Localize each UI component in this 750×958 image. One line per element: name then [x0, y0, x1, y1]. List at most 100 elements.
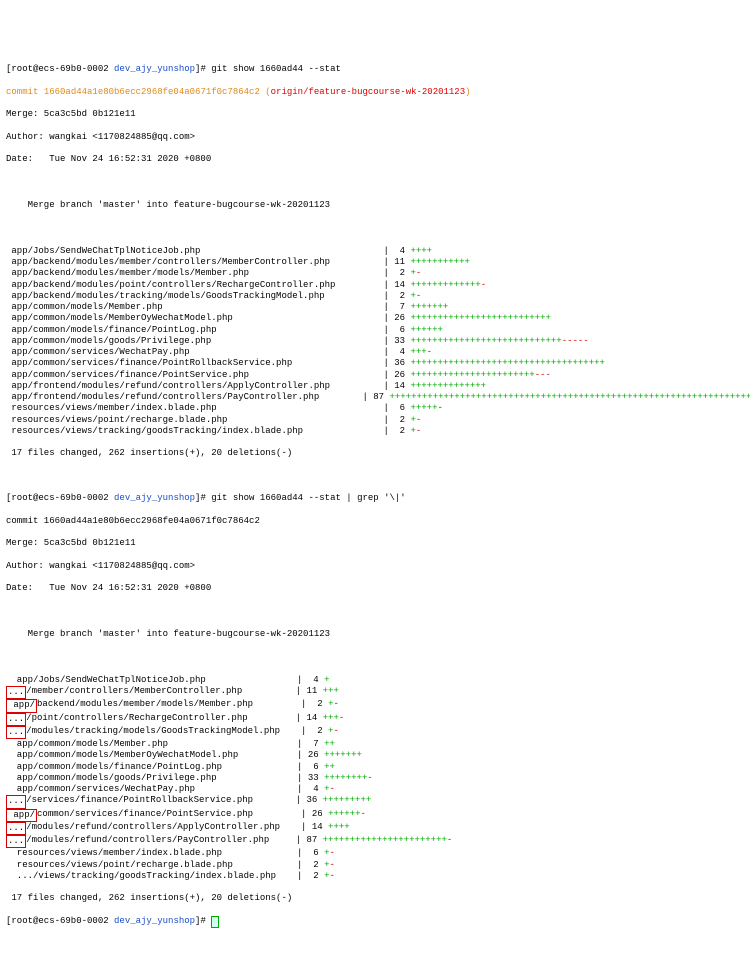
insertions-icon: ++++++++++++++++++++++++++++++++++++++++…	[389, 392, 750, 403]
file-stats-block-2: app/Jobs/SendWeChatTplNoticeJob.php | 4 …	[6, 675, 744, 882]
file-stat-row: app/common/services/finance/PointService…	[6, 370, 744, 381]
file-stat-row: resources/views/point/recharge.blade.php…	[6, 860, 744, 871]
deletions-icon: -	[437, 403, 442, 414]
file-stat-row: app/common/models/MemberOyWechatModel.ph…	[6, 313, 744, 324]
change-count: | 36	[275, 795, 323, 808]
file-stat-row: app/backend/modules/member/controllers/M…	[6, 257, 744, 268]
file-path: app/common/services/WechatPay.php	[6, 347, 362, 358]
deletions-icon: -	[360, 809, 365, 822]
file-stat-row: .../modules/tracking/models/GoodsTrackin…	[6, 726, 744, 739]
change-count: | 4	[362, 246, 410, 257]
change-count: | 4	[362, 347, 410, 358]
change-count: | 26	[362, 370, 410, 381]
change-count: | 6	[362, 325, 410, 336]
deletions-icon: -	[416, 291, 421, 302]
truncation-mark: app/	[6, 699, 37, 712]
change-count: | 2	[276, 860, 324, 871]
insertions-icon: +++++++++++++++++++++++	[323, 835, 447, 848]
file-path: app/common/models/finance/PointLog.php	[6, 325, 362, 336]
change-count: | 87	[362, 392, 389, 403]
change-count: | 2	[362, 291, 410, 302]
prompt-line-1: [root@ecs-69b0-0002 dev_ajy_yunshop]# gi…	[6, 64, 744, 75]
insertions-icon: +	[324, 675, 329, 686]
file-path: /modules/tracking/models/GoodsTrackingMo…	[26, 726, 280, 739]
file-stat-row: resources/views/point/recharge.blade.php…	[6, 415, 744, 426]
terminal[interactable]: { "prompt1": { "userhost": "[root@ecs-69…	[0, 0, 750, 958]
change-count: | 2	[362, 415, 410, 426]
insertions-icon: +++++++++++++++++++++++	[410, 370, 534, 381]
insertions-icon: +++	[410, 347, 426, 358]
insertions-icon: ++	[324, 739, 335, 750]
file-stat-row: app/common/models/goods/Privilege.php | …	[6, 773, 744, 784]
change-count: | 33	[276, 773, 324, 784]
file-path: app/frontend/modules/refund/controllers/…	[6, 381, 362, 392]
file-path: app/common/services/finance/PointService…	[6, 370, 362, 381]
change-count: | 11	[362, 257, 410, 268]
insertions-icon: ++	[324, 762, 335, 773]
file-stat-row: app/backend/modules/member/models/Member…	[6, 268, 744, 279]
insertions-icon: ++++++++	[324, 773, 367, 784]
insertions-icon: ++++++++++++++++++++++++++++	[410, 336, 561, 347]
prompt-line-2: [root@ecs-69b0-0002 dev_ajy_yunshop]# gi…	[6, 493, 744, 504]
change-count: | 14	[275, 713, 323, 726]
change-count: | 33	[362, 336, 410, 347]
change-count: | 26	[280, 809, 328, 822]
truncation-mark: ...	[6, 686, 26, 699]
deletions-icon: -----	[562, 336, 589, 347]
change-count: | 6	[362, 403, 410, 414]
file-path: app/common/services/finance/PointRollbac…	[6, 358, 362, 369]
date-line: Date: Tue Nov 24 16:52:31 2020 +0800	[6, 154, 744, 165]
file-stat-row: app/common/models/finance/PointLog.php |…	[6, 762, 744, 773]
change-count: | 2	[362, 426, 410, 437]
file-path: resources/views/member/index.blade.php	[6, 403, 362, 414]
file-stat-row: .../member/controllers/MemberController.…	[6, 686, 744, 699]
file-stats-block-1: app/Jobs/SendWeChatTplNoticeJob.php | 4 …	[6, 246, 744, 437]
change-count: | 36	[362, 358, 410, 369]
change-count: | 7	[276, 739, 324, 750]
insertions-icon: ++++++	[328, 809, 360, 822]
insertions-icon: ++++	[410, 246, 432, 257]
insertions-icon: ++++	[328, 822, 350, 835]
file-path: /point/controllers/RechargeController.ph…	[26, 713, 274, 726]
file-path: /services/finance/PointRollbackService.p…	[26, 795, 274, 808]
change-count: | 11	[275, 686, 323, 699]
file-stat-row: app/backend/modules/member/models/Member…	[6, 699, 744, 712]
change-count: | 2	[280, 699, 328, 712]
insertions-icon: +++	[323, 686, 339, 699]
insertions-icon: +++++++++++++	[410, 280, 480, 291]
deletions-icon: -	[329, 784, 334, 795]
change-count: | 26	[362, 313, 410, 324]
file-path: app/Jobs/SendWeChatTplNoticeJob.php	[11, 675, 276, 686]
file-path: app/common/models/MemberOyWechatModel.ph…	[11, 750, 276, 761]
file-stat-row: app/common/services/WechatPay.php | 4 +-	[6, 784, 744, 795]
file-path: app/backend/modules/point/controllers/Re…	[6, 280, 362, 291]
deletions-icon: -	[329, 848, 334, 859]
commit-message: Merge branch 'master' into feature-bugco…	[6, 200, 744, 211]
truncation-mark: ...	[6, 835, 26, 848]
deletions-icon: -	[481, 280, 486, 291]
commit-message: Merge branch 'master' into feature-bugco…	[6, 629, 744, 640]
insertions-icon: +++++++	[324, 750, 362, 761]
file-stat-row: .../views/tracking/goodsTracking/index.b…	[6, 871, 744, 882]
merge-line: Merge: 5ca3c5bd 0b121e11	[6, 538, 744, 549]
prompt-line-3[interactable]: [root@ecs-69b0-0002 dev_ajy_yunshop]#	[6, 916, 744, 928]
deletions-icon: -	[427, 347, 432, 358]
file-path: app/backend/modules/member/controllers/M…	[6, 257, 362, 268]
file-stat-row: resources/views/member/index.blade.php |…	[6, 403, 744, 414]
deletions-icon: -	[339, 713, 344, 726]
file-stat-row: .../services/finance/PointRollbackServic…	[6, 795, 744, 808]
deletions-icon: -	[329, 871, 334, 882]
change-count: | 7	[362, 302, 410, 313]
deletions-icon: -	[367, 773, 372, 784]
deletions-icon: ---	[535, 370, 551, 381]
change-count: | 26	[276, 750, 324, 761]
insertions-icon: ++++++	[410, 325, 442, 336]
file-stat-row: app/common/models/finance/PointLog.php |…	[6, 325, 744, 336]
file-path: app/common/models/goods/Privilege.php	[11, 773, 276, 784]
commit-line-1: commit 1660ad44a1e80b6ecc2968fe04a0671f0…	[6, 87, 744, 98]
insertions-icon: +++++	[410, 403, 437, 414]
file-path: resources/views/point/recharge.blade.php	[6, 415, 362, 426]
insertions-icon: +++++++++	[323, 795, 372, 808]
change-count: | 14	[362, 381, 410, 392]
summary-line-2: 17 files changed, 262 insertions(+), 20 …	[6, 893, 744, 904]
